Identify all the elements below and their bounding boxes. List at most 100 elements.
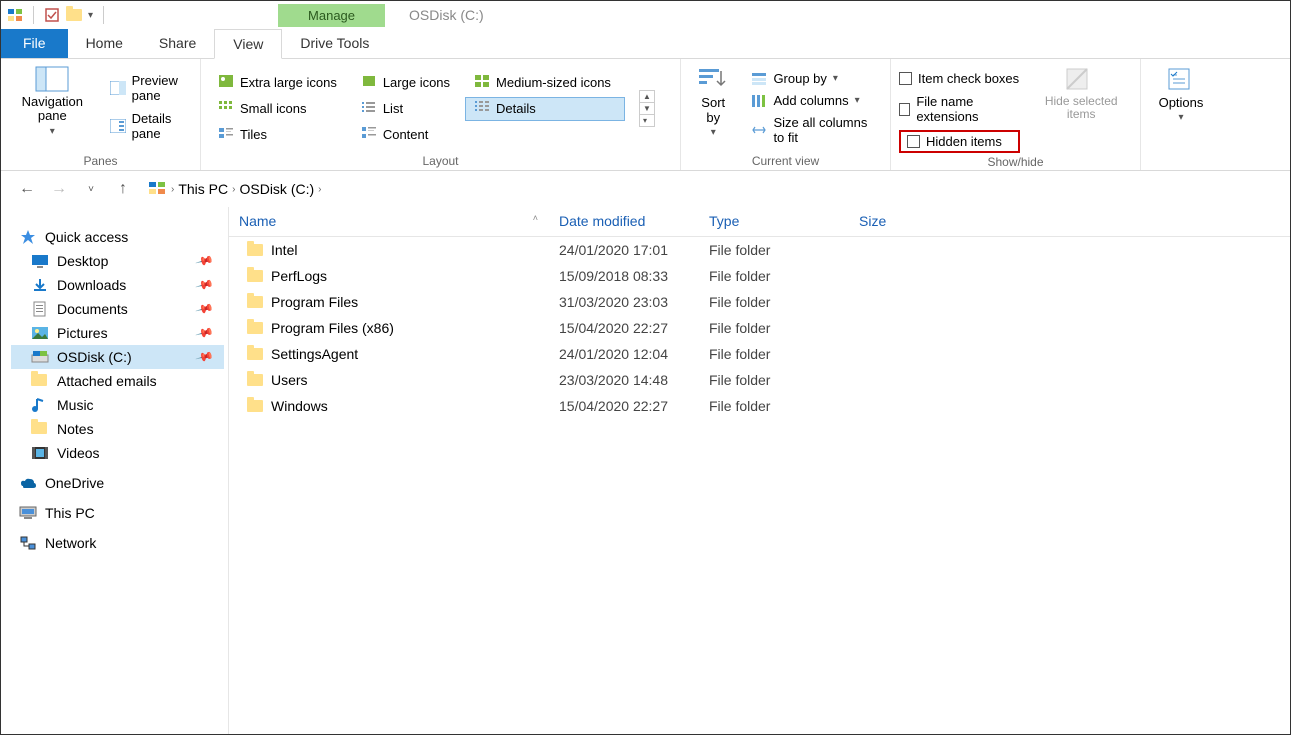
item-check-boxes-checkbox[interactable]: Item check boxes: [899, 69, 1020, 88]
sort-by-label: Sort by: [695, 95, 731, 125]
scroll-up-icon[interactable]: ▲: [640, 91, 654, 103]
onedrive-icon: [19, 475, 37, 491]
file-list: Name ˄ Date modified Type Size Intel 24/0…: [229, 207, 1290, 734]
tab-share[interactable]: Share: [141, 29, 214, 58]
hidden-items-checkbox[interactable]: Hidden items: [899, 130, 1020, 153]
folder-icon: [247, 244, 263, 256]
navigation-pane-button[interactable]: Navigation pane ▾: [9, 65, 96, 137]
tab-view[interactable]: View: [214, 29, 282, 59]
navpane-network[interactable]: Network: [11, 531, 224, 555]
navpane-downloads[interactable]: Downloads📌: [11, 273, 224, 297]
column-size[interactable]: Size: [849, 207, 969, 236]
tab-drive-tools[interactable]: Drive Tools: [282, 29, 387, 58]
chevron-right-icon[interactable]: ›: [171, 184, 174, 195]
breadcrumb-this-pc[interactable]: This PC: [178, 181, 228, 197]
file-row[interactable]: Users23/03/2020 14:48File folder: [229, 367, 1290, 393]
options-button[interactable]: Options ▾: [1153, 65, 1210, 123]
options-label: Options: [1159, 95, 1204, 110]
pin-icon: 📌: [195, 299, 215, 319]
navpane-onedrive[interactable]: OneDrive: [11, 471, 224, 495]
layout-medium-icons[interactable]: Medium-sized icons: [465, 71, 625, 95]
this-pc-icon: [19, 505, 37, 521]
column-name[interactable]: Name ˄: [229, 207, 549, 236]
column-date-modified[interactable]: Date modified: [549, 207, 699, 236]
navpane-quick-access[interactable]: Quick access: [11, 225, 224, 249]
chevron-right-icon[interactable]: ›: [318, 184, 321, 195]
layout-large-icons[interactable]: Large icons: [352, 71, 459, 95]
add-columns-icon: [751, 94, 767, 108]
back-button[interactable]: ←: [15, 177, 39, 201]
file-row[interactable]: Windows15/04/2020 22:27File folder: [229, 393, 1290, 419]
tiles-icon: [218, 126, 234, 143]
file-name: Intel: [271, 242, 297, 258]
file-row[interactable]: Program Files (x86)15/04/2020 22:27File …: [229, 315, 1290, 341]
file-name: Program Files (x86): [271, 320, 394, 336]
navpane-osdisk[interactable]: OSDisk (C:)📌: [11, 345, 224, 369]
new-folder-icon[interactable]: [66, 9, 82, 21]
up-button[interactable]: ↑: [111, 177, 135, 201]
navpane-videos[interactable]: Videos: [11, 441, 224, 465]
navpane-this-pc[interactable]: This PC: [11, 501, 224, 525]
size-columns-button[interactable]: Size all columns to fit: [747, 113, 882, 147]
layout-extra-large-icons[interactable]: Extra large icons: [209, 71, 346, 95]
star-icon: [19, 229, 37, 245]
file-name-extensions-checkbox[interactable]: File name extensions: [899, 92, 1020, 126]
ribbon-group-current-view: Sort by ▾ Group by ▾ Add columns ▾ Size …: [681, 59, 891, 170]
navpane-music[interactable]: Music: [11, 393, 224, 417]
folder-icon: [31, 373, 49, 389]
drive-icon: [31, 349, 49, 365]
hide-selected-items-button: Hide selected items: [1030, 65, 1132, 121]
file-date: 15/09/2018 08:33: [549, 268, 699, 284]
file-row[interactable]: Program Files31/03/2020 23:03File folder: [229, 289, 1290, 315]
address-bar[interactable]: › This PC › OSDisk (C:) ›: [143, 178, 328, 201]
navpane-documents[interactable]: Documents📌: [11, 297, 224, 321]
file-row[interactable]: PerfLogs15/09/2018 08:33File folder: [229, 263, 1290, 289]
size-columns-icon: [751, 123, 767, 137]
add-columns-button[interactable]: Add columns ▾: [747, 91, 882, 110]
layout-tiles[interactable]: Tiles: [209, 123, 346, 147]
qat-customize-chevron[interactable]: ▾: [88, 10, 93, 21]
forward-button[interactable]: →: [47, 177, 71, 201]
layout-details[interactable]: Details: [465, 97, 625, 121]
chevron-right-icon[interactable]: ›: [232, 184, 235, 195]
group-by-button[interactable]: Group by ▾: [747, 69, 882, 88]
tab-file[interactable]: File: [1, 29, 68, 58]
navpane-attached-emails[interactable]: Attached emails: [11, 369, 224, 393]
preview-pane-button[interactable]: Preview pane: [106, 71, 192, 105]
navigation-pane-label: Navigation pane: [15, 95, 90, 124]
sort-by-button[interactable]: Sort by ▾: [689, 65, 737, 138]
navpane-notes[interactable]: Notes: [11, 417, 224, 441]
explorer-window: ▾ Manage OSDisk (C:) File Home Share Vie…: [0, 0, 1291, 735]
content-icon: [361, 126, 377, 143]
file-type: File folder: [699, 268, 849, 284]
preview-pane-label: Preview pane: [132, 73, 188, 103]
file-row[interactable]: Intel24/01/2020 17:01File folder: [229, 237, 1290, 263]
desktop-icon: [31, 253, 49, 269]
show-hide-group-label: Show/hide: [899, 153, 1132, 169]
ribbon-view: Navigation pane ▾ Preview pane Details p…: [1, 59, 1290, 171]
details-pane-button[interactable]: Details pane: [106, 109, 192, 143]
layout-content[interactable]: Content: [352, 123, 459, 147]
column-type[interactable]: Type: [699, 207, 849, 236]
breadcrumb-location[interactable]: OSDisk (C:): [239, 181, 314, 197]
scroll-down-icon[interactable]: ▼: [640, 103, 654, 115]
tab-home[interactable]: Home: [68, 29, 141, 58]
recent-locations-button[interactable]: ˅: [79, 177, 103, 201]
navpane-desktop[interactable]: Desktop📌: [11, 249, 224, 273]
folder-icon: [247, 296, 263, 308]
layout-list[interactable]: List: [352, 97, 459, 121]
manage-context-tab[interactable]: Manage: [278, 4, 385, 27]
file-date: 24/01/2020 17:01: [549, 242, 699, 258]
folder-icon: [247, 400, 263, 412]
details-pane-icon: [110, 119, 126, 133]
folder-icon: [247, 348, 263, 360]
navpane-pictures[interactable]: Pictures📌: [11, 321, 224, 345]
gallery-expand-icon[interactable]: ▾: [640, 115, 654, 126]
layout-small-icons[interactable]: Small icons: [209, 97, 346, 121]
folder-icon: [247, 270, 263, 282]
layout-gallery-scroll[interactable]: ▲ ▼ ▾: [639, 90, 655, 127]
music-icon: [31, 397, 49, 413]
properties-icon[interactable]: [44, 7, 60, 23]
file-row[interactable]: SettingsAgent24/01/2020 12:04File folder: [229, 341, 1290, 367]
navigation-pane[interactable]: Quick access Desktop📌 Downloads📌 Documen…: [1, 207, 229, 734]
